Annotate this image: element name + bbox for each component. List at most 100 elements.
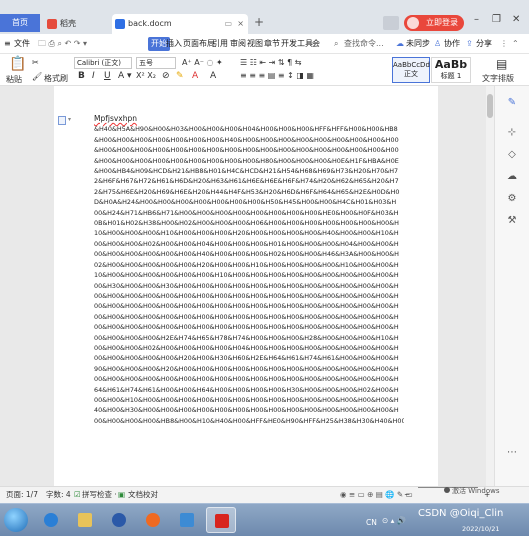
style-heading1[interactable]: AaBb 标题 1 (431, 57, 471, 83)
font-color-icon[interactable]: A ▾ (118, 71, 132, 81)
document-line: 00&H00&H10&H00&H00&H00&H00&H00&H00&H00&H… (94, 395, 399, 404)
document-line: 00&H00&H00&H00&H00&H00&H00&H00&H00&H00&H… (94, 375, 399, 384)
sync-status[interactable]: 未同步 (406, 34, 430, 54)
tab-insert[interactable]: 插入 (166, 34, 182, 54)
style-normal[interactable]: AaBbCcDd 正文 (392, 57, 430, 83)
underline-icon[interactable]: U (104, 71, 111, 81)
format-icon[interactable]: ✎ (505, 96, 519, 110)
format-painter-button[interactable]: 格式刷 (44, 73, 68, 84)
proofread[interactable]: 文档校对 (128, 487, 158, 503)
proof-icon: ▣ (118, 490, 126, 499)
tab-member[interactable]: 会 (312, 34, 320, 54)
cloud-icon[interactable]: ☁ (505, 170, 519, 184)
tab-developer[interactable]: 开发工具 (281, 34, 313, 54)
document-line: 00&H00&H00&H00&H00&H20&H00&H30&H60&H2E&H… (94, 354, 399, 363)
view-mode-icons[interactable]: ◉ ≡ ▭ ⊕ ▤ 🌐 ✎ ▭ (340, 487, 413, 503)
document-line: &H40&H5A&H90&H00&H03&H00&H00&H00&H04&H00… (94, 125, 398, 134)
document-line: &H00&H00&H00&H00&H00&H00&H00&H40&H00&H00… (94, 135, 399, 144)
cloud-sync-icon: ☁ (396, 39, 404, 48)
tab-docer[interactable]: 稻壳 (44, 14, 108, 34)
share-button[interactable]: 分享 (476, 34, 492, 54)
superscript-icon[interactable]: X² X₂ (136, 71, 156, 80)
text-layout-button[interactable]: 文字排版 (482, 73, 514, 84)
tab-home[interactable]: 首页 (0, 14, 40, 32)
tab-page-layout[interactable]: 页面布局 (183, 34, 215, 54)
taskbar-media[interactable] (104, 507, 134, 533)
char-border-icon[interactable]: A (210, 71, 216, 81)
align-icons[interactable]: ≡ ≡ ≡ ▤ ≡ ↕ ◨ ▦ (240, 71, 314, 80)
taskbar-ie[interactable] (36, 507, 66, 533)
document-line: 02&H00&H00&H00&H00&H00&H20&H00&H00&H10&H… (94, 260, 399, 269)
tab-view[interactable]: 视图 (247, 34, 263, 54)
font-name-select[interactable]: Calibri (正文) (74, 57, 132, 69)
document-line: 2&H75&H6E&H20&H69&H6E&H20&H44&H4F&H53&H2… (94, 187, 400, 196)
text-layout-icon[interactable]: ▤ (496, 57, 507, 71)
wps-icon (215, 514, 229, 528)
zoom-handle[interactable] (444, 487, 450, 493)
tab-review[interactable]: 审阅 (230, 34, 246, 54)
bold-icon[interactable]: B (78, 71, 85, 81)
italic-icon[interactable]: I (92, 71, 95, 81)
scrollbar-thumb[interactable] (487, 94, 493, 118)
tab-reference[interactable]: 引用 (212, 34, 228, 54)
paste-icon[interactable]: 📋 (9, 56, 26, 72)
start-button[interactable] (4, 508, 28, 532)
notification-badge[interactable] (383, 16, 399, 30)
restore-button[interactable]: ❐ (492, 14, 501, 25)
monitor-icon[interactable]: ▭ (224, 14, 232, 34)
tools-icon[interactable]: ⚙ (505, 192, 519, 206)
cut-icon[interactable]: ✂ (32, 58, 39, 67)
vertical-scrollbar[interactable] (486, 86, 494, 486)
font-size-select[interactable]: 五号 (136, 57, 176, 69)
select-icon[interactable]: ⊹ (505, 126, 519, 140)
collab-button[interactable]: 协作 (444, 34, 460, 54)
document-line: 00&H00&H00&H00&H00&H00&H00&H00&H00&H00&H… (94, 323, 399, 332)
page-indicator[interactable]: 页面: 1/7 (6, 487, 38, 503)
taskbar-control-panel[interactable] (172, 507, 202, 533)
document-line: 00&H24&H71&HB6&H71&H00&H00&H00&H00&H00&H… (94, 208, 399, 217)
input-language[interactable]: CN (366, 518, 377, 527)
taskbar-explorer[interactable] (70, 507, 100, 533)
font-color-red-icon[interactable]: A (192, 71, 198, 81)
collapse-ribbon-icon[interactable]: ⌃ (512, 34, 519, 54)
menu-file[interactable]: 文件 (14, 34, 30, 54)
word-count[interactable]: 字数: 4 (46, 487, 71, 503)
highlight-icon[interactable]: ✎ (176, 71, 184, 81)
close-window-button[interactable]: ✕ (512, 14, 520, 25)
doc-structure-icon[interactable] (58, 116, 66, 125)
tray-date[interactable]: 2022/10/21 (462, 525, 499, 533)
bullet-list-icon[interactable]: ☰ ☷ ⇤ ⇥ ⇅ ¶ ⇆ (240, 58, 302, 67)
collapse-sidebar-icon[interactable]: ⋯ (505, 446, 519, 460)
document-body[interactable]: Mpfjsvxhpn &H40&H5A&H90&H00&H03&H00&H00&… (94, 114, 404, 426)
tab-document[interactable]: back.docm ▭ × (112, 14, 248, 34)
spell-check[interactable]: 拼写检查 · (82, 487, 117, 503)
taskbar-wps[interactable] (206, 507, 236, 533)
document-line: 10&H00&H00&H00&H00&H00&H00&H10&H00&H00&H… (94, 271, 399, 280)
tray-icons[interactable]: ⊙ ▴ 🔊 (382, 516, 406, 525)
tab-chapter[interactable]: 章节 (264, 34, 280, 54)
new-tab-button[interactable]: + (254, 15, 264, 29)
taskbar: CN ⊙ ▴ 🔊 CSDN @Oiqi_Clin 2022/10/21 (0, 503, 529, 536)
brush-icon[interactable]: 🖌 (32, 72, 42, 81)
document-line: 00&H00&H00&H00&H00&H00&H00&H00&H00&H00&H… (94, 312, 399, 321)
settings-icon[interactable]: ⚒ (505, 214, 519, 228)
font-grow-icon[interactable]: A⁺ A⁻ ◌ ✦ (182, 58, 223, 67)
paste-button[interactable]: 粘贴 (6, 74, 22, 85)
document-line: 10&H00&H00&H00&H10&H00&H00&H00&H20&H00&H… (94, 229, 399, 238)
firefox-icon (146, 513, 160, 527)
quick-access-icons[interactable]: 🗀 ⎙ ⌕ ↶ ↷ ▾ (38, 34, 87, 54)
hamburger-icon[interactable]: ≡ (4, 34, 11, 54)
media-player-icon (112, 513, 126, 527)
document-line: &H00&H00&H00&H00&H00&H00&H00&H00&H00&H80… (94, 156, 399, 165)
login-button[interactable]: 立即登录 (404, 15, 464, 31)
close-tab-icon[interactable]: × (237, 14, 244, 34)
command-search[interactable]: 查找命令... (344, 34, 384, 54)
zoom-out-icon[interactable]: − (404, 487, 410, 503)
shape-icon[interactable]: ◇ (505, 148, 519, 162)
more-icon[interactable]: ⋮ (500, 34, 508, 54)
clear-format-icon[interactable]: ⊘ (162, 71, 170, 81)
taskbar-firefox[interactable] (138, 507, 168, 533)
chevron-down-icon[interactable]: ▾ (68, 116, 71, 123)
minimize-button[interactable]: – (474, 14, 479, 25)
activate-windows-watermark: 激活 Windows (452, 487, 500, 495)
